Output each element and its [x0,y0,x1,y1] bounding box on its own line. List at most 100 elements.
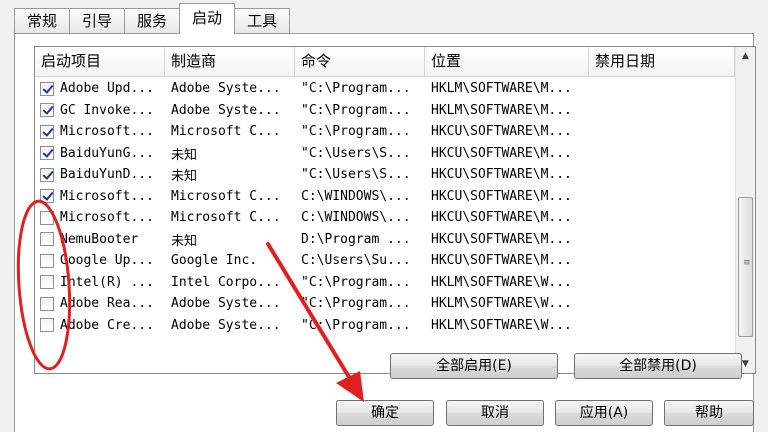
startup-checkbox[interactable] [40,124,54,139]
list-item[interactable]: Adobe Upd... Adobe Syste... "C:\Program...… [35,78,735,100]
list-item[interactable]: Adobe Cre... Adobe Syste... "C:\Program...… [35,315,735,337]
location-cell: HKLM\SOFTWARE\M... [431,81,572,97]
command-cell: "C:\Users\S... [301,167,411,183]
command-cell: "C:\Program... [301,317,411,333]
disable-all-button[interactable]: 全部禁用(D) [574,353,742,379]
startup-item-name: Adobe Rea... [60,296,154,312]
tab-strip: 常规 引导 服务 启动 工具 [14,3,291,34]
startup-checkbox[interactable] [40,189,54,204]
location-cell: HKLM\SOFTWARE\W... [431,317,572,333]
list-item[interactable]: BaiduYunG... 未知 "C:\Users\S... HKCU\SOFTWAR… [35,143,735,165]
command-cell: "C:\Program... [301,81,411,97]
list-item[interactable]: GC Invoke... Adobe Syste... "C:\Program...… [35,100,735,122]
manufacturer-cell: Microsoft C... [171,210,281,226]
startup-item-cell: Microsoft... [35,189,165,204]
startup-item-name: Microsoft... [60,188,154,204]
startup-item-name: Microsoft... [60,124,154,140]
startup-item-cell: Microsoft... [35,210,165,225]
list-item[interactable]: Microsoft... Microsoft C... C:\WINDOWS\...… [35,186,735,208]
startup-item-name: Microsoft... [60,210,154,226]
list-item[interactable]: NemuBooter 未知 D:\Program ... HKCU\SOFTWARE\… [35,229,735,251]
command-cell: "C:\Users\S... [301,145,411,161]
startup-checkbox[interactable] [40,103,54,118]
header-manufacturer[interactable]: 制造商 [165,47,295,77]
header-startup-item[interactable]: 启动项目 [35,47,165,77]
manufacturer-cell: Adobe Syste... [171,296,281,312]
command-cell: "C:\Program... [301,102,411,118]
header-location[interactable]: 位置 [425,47,589,77]
command-cell: "C:\Program... [301,296,411,312]
manufacturer-cell: Intel Corpo... [171,274,281,290]
startup-item-cell: Adobe Upd... [35,81,165,96]
startup-item-name: GC Invoke... [60,102,154,118]
list-item[interactable]: Microsoft... Microsoft C... C:\WINDOWS\...… [35,207,735,229]
command-cell: "C:\Program... [301,274,411,290]
location-cell: HKCU\SOFTWARE\M... [431,231,572,247]
apply-button[interactable]: 应用(A) [555,400,653,426]
startup-item-name: Adobe Cre... [60,317,154,333]
help-button[interactable]: 帮助 [664,400,754,426]
manufacturer-cell: Adobe Syste... [171,317,281,333]
location-cell: HKLM\SOFTWARE\W... [431,274,572,290]
manufacturer-cell: Adobe Syste... [171,102,281,118]
startup-checkbox[interactable] [40,253,54,268]
manufacturer-cell: Microsoft C... [171,124,281,140]
scroll-grip-icon: ≡ [743,258,751,268]
manufacturer-cell: 未知 [171,147,198,163]
startup-checkbox[interactable] [40,318,54,333]
startup-checkbox[interactable] [40,81,54,96]
startup-item-name: NemuBooter [60,231,139,247]
startup-item-name: BaiduYunD... [60,167,154,183]
command-cell: C:\Users\Su... [301,253,411,269]
manufacturer-cell: Google Inc. [171,253,258,269]
manufacturer-cell: 未知 [171,169,198,185]
startup-checkbox[interactable] [40,275,54,290]
manufacturer-cell: Adobe Syste... [171,81,281,97]
startup-item-cell: Microsoft... [35,124,165,139]
tab-startup[interactable]: 启动 [179,3,236,34]
location-cell: HKCU\SOFTWARE\M... [431,145,572,161]
list-item[interactable]: Google Up... Google Inc. C:\Users\Su... HKC… [35,250,735,272]
startup-checkbox[interactable] [40,232,54,247]
location-cell: HKCU\SOFTWARE\M... [431,167,572,183]
startup-list[interactable]: 启动项目 制造商 命令 位置 禁用日期 Adobe Upd... Adobe Sy… [34,46,756,374]
tab-services[interactable]: 服务 [124,8,181,34]
tab-tools[interactable]: 工具 [234,8,291,34]
startup-item-cell: BaiduYunG... [35,146,165,161]
startup-item-cell: Google Up... [35,253,165,268]
startup-item-cell: Adobe Cre... [35,318,165,333]
scroll-thumb[interactable]: ≡ [738,197,753,337]
startup-item-cell: Adobe Rea... [35,296,165,311]
startup-item-name: Adobe Upd... [60,81,154,97]
startup-item-cell: BaiduYunD... [35,167,165,182]
list-item[interactable]: BaiduYunD... 未知 "C:\Users\S... HKCU\SOFTWAR… [35,164,735,186]
startup-item-name: BaiduYunG... [60,145,154,161]
manufacturer-cell: 未知 [171,233,198,249]
list-item[interactable]: Adobe Rea... Adobe Syste... "C:\Program...… [35,293,735,315]
location-cell: HKLM\SOFTWARE\M... [431,102,572,118]
header-command[interactable]: 命令 [295,47,425,77]
startup-checkbox[interactable] [40,167,54,182]
list-item[interactable]: Microsoft... Microsoft C... "C:\Program...… [35,121,735,143]
manufacturer-cell: Microsoft C... [171,188,281,204]
startup-checkbox[interactable] [40,296,54,311]
list-rows: Adobe Upd... Adobe Syste... "C:\Program...… [35,78,735,336]
vertical-scrollbar[interactable]: ▲ ≡ ▼ [735,47,755,373]
startup-item-name: Intel(R) ... [60,274,154,290]
header-disable-date[interactable]: 禁用日期 [589,47,735,77]
location-cell: HKCU\SOFTWARE\M... [431,188,572,204]
startup-item-name: Google Up... [60,253,154,269]
tab-general[interactable]: 常规 [14,8,71,34]
list-item[interactable]: Intel(R) ... Intel Corpo... "C:\Program...… [35,272,735,294]
location-cell: HKCU\SOFTWARE\M... [431,210,572,226]
command-cell: D:\Program ... [301,231,411,247]
startup-item-cell: NemuBooter [35,232,165,247]
startup-checkbox[interactable] [40,146,54,161]
list-header: 启动项目 制造商 命令 位置 禁用日期 [35,47,735,77]
enable-all-button[interactable]: 全部启用(E) [390,353,558,379]
cancel-button[interactable]: 取消 [446,400,544,426]
tab-boot[interactable]: 引导 [69,8,126,34]
ok-button[interactable]: 确定 [336,400,434,426]
scroll-up-arrow-icon[interactable]: ▲ [736,47,755,65]
startup-checkbox[interactable] [40,210,54,225]
